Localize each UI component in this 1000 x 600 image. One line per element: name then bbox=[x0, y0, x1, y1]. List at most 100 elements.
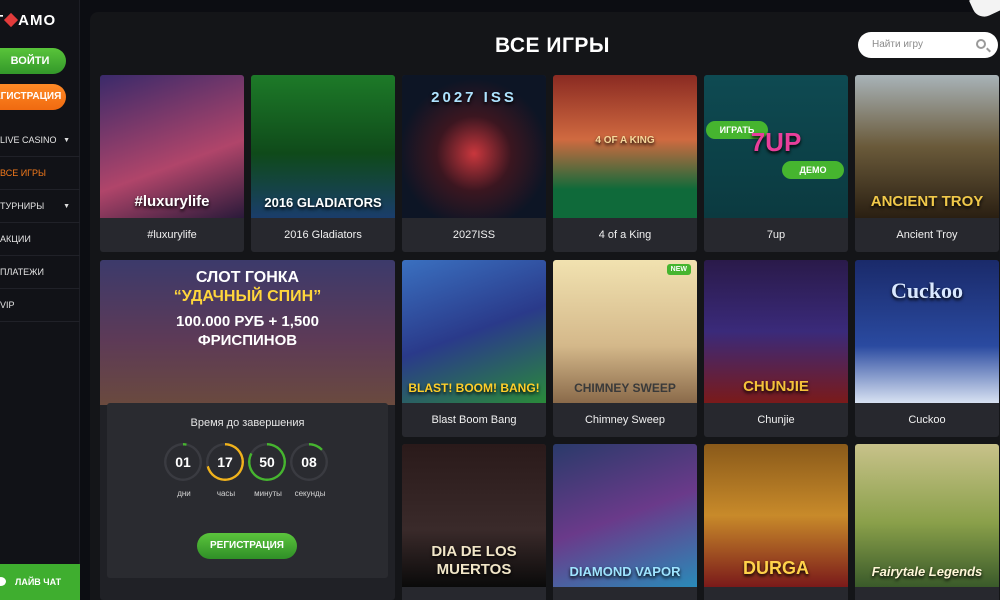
countdown-label: секунды bbox=[294, 489, 326, 498]
countdown-ring: 01 bbox=[164, 443, 202, 481]
game-name: #luxurylife bbox=[147, 229, 197, 241]
game-name: Ancient Troy bbox=[896, 229, 958, 241]
countdown-hours: 17 часы bbox=[206, 443, 246, 498]
countdown-value: 50 bbox=[259, 454, 275, 470]
countdown: Время до завершения 01 дни 17 часы 50 ми… bbox=[107, 403, 388, 578]
game-art-title: 4 OF A KING bbox=[595, 135, 655, 146]
game-art-title: 2027 ISS bbox=[431, 89, 517, 106]
game-tile[interactable]: BLAST! BOOM! BANG! Blast Boom Bang bbox=[402, 260, 546, 437]
game-art-title: ANCIENT TROY bbox=[870, 193, 984, 210]
promo-banner[interactable]: СЛОТ ГОНКА “УДАЧНЫЙ СПИН” 100.000 РУБ + … bbox=[100, 260, 395, 405]
search-icon[interactable] bbox=[976, 39, 986, 49]
logo-right: AMO bbox=[18, 12, 57, 29]
game-tile[interactable]: NEW CHIMNEY SWEEP Chimney Sweep bbox=[553, 260, 697, 437]
sidebar-nav: LIVE CASINO ▼ ВСЕ ИГРЫ ТУРНИРЫ ▼ АКЦИИ П… bbox=[0, 124, 80, 322]
game-art-title: 7UP bbox=[750, 127, 802, 157]
sidebar-item-payments[interactable]: ПЛАТЕЖИ bbox=[0, 256, 80, 289]
game-art-title: DIA DE LOS MUERTOS bbox=[431, 543, 517, 578]
sidebar-item-label: ПЛАТЕЖИ bbox=[0, 267, 44, 277]
game-name: Blast Boom Bang bbox=[431, 414, 517, 426]
game-thumbnail[interactable]: ИГРАТЬ ДЕМО 7UP bbox=[704, 75, 848, 218]
game-name: 7up bbox=[766, 229, 786, 241]
game-tile[interactable]: DIA DE LOS MUERTOS bbox=[402, 444, 546, 600]
game-art-title: DURGA bbox=[743, 558, 809, 578]
sidebar-item-label: ВСЕ ИГРЫ bbox=[0, 168, 47, 178]
game-art-title: CHIMNEY SWEEP bbox=[574, 381, 676, 395]
register-button[interactable]: ЕГИСТРАЦИЯ bbox=[0, 84, 66, 110]
game-art-title: BLAST! BOOM! BANG! bbox=[408, 381, 540, 395]
game-tile[interactable]: CHUNJIE Chunjie bbox=[704, 260, 848, 437]
promo-register-button[interactable]: РЕГИСТРАЦИЯ bbox=[197, 533, 297, 559]
sidebar-item-promotions[interactable]: АКЦИИ bbox=[0, 223, 80, 256]
login-button[interactable]: ВОЙТИ bbox=[0, 48, 66, 74]
game-tile[interactable]: ANCIENT TROY Ancient Troy bbox=[855, 75, 999, 252]
game-tile[interactable]: #luxurylife #luxurylife bbox=[100, 75, 244, 252]
game-thumbnail[interactable]: DIAMOND VAPOR bbox=[553, 444, 697, 587]
brand-logo[interactable]: TAMO bbox=[0, 12, 56, 29]
game-thumbnail[interactable]: DURGA bbox=[704, 444, 848, 587]
sidebar-item-label: АКЦИИ bbox=[0, 234, 31, 244]
game-tile[interactable]: 2027 ISS 2027ISS bbox=[402, 75, 546, 252]
games-panel: ВСЕ ИГРЫ Найти игру #luxurylife #luxuryl… bbox=[90, 12, 1000, 600]
game-name: 2027ISS bbox=[452, 229, 496, 241]
game-thumbnail[interactable]: CHUNJIE bbox=[704, 260, 848, 403]
sidebar: TAMO ВОЙТИ ЕГИСТРАЦИЯ LIVE CASINO ▼ ВСЕ … bbox=[0, 0, 80, 600]
new-badge: NEW bbox=[666, 264, 691, 275]
sidebar-item-label: LIVE CASINO bbox=[0, 135, 57, 145]
countdown-label: часы bbox=[216, 489, 236, 498]
chevron-down-icon: ▼ bbox=[63, 203, 70, 210]
live-chat-button[interactable]: ЛАЙВ ЧАТ bbox=[0, 564, 80, 600]
game-art-title: DIAMOND VAPOR bbox=[569, 564, 681, 579]
game-art-title: Cuckoo bbox=[890, 278, 964, 303]
promo-line-1: СЛОТ ГОНКА bbox=[195, 269, 300, 286]
game-tile[interactable]: Cuckoo Cuckoo bbox=[855, 260, 999, 437]
game-thumbnail[interactable]: BLAST! BOOM! BANG! bbox=[402, 260, 546, 403]
game-thumbnail[interactable]: 2027 ISS bbox=[402, 75, 546, 218]
demo-button[interactable]: ДЕМО bbox=[782, 161, 844, 179]
game-thumbnail[interactable]: ANCIENT TROY bbox=[855, 75, 999, 218]
game-tile[interactable]: DIAMOND VAPOR bbox=[553, 444, 697, 600]
countdown-days: 01 дни bbox=[164, 443, 204, 498]
promo-line-4: ФРИСПИНОВ bbox=[197, 332, 298, 349]
sidebar-item-vip[interactable]: VIP bbox=[0, 289, 80, 322]
game-name: 4 of a King bbox=[598, 229, 652, 241]
game-tile[interactable]: 2016 GLADIATORS 2016 Gladiators bbox=[251, 75, 395, 252]
live-chat-label: ЛАЙВ ЧАТ bbox=[15, 577, 62, 587]
chevron-down-icon: ▼ bbox=[63, 137, 70, 144]
game-name: Chimney Sweep bbox=[584, 414, 666, 426]
gem-icon bbox=[4, 12, 19, 28]
promo-headline: СЛОТ ГОНКА “УДАЧНЫЙ СПИН” 100.000 РУБ + … bbox=[100, 268, 395, 350]
game-thumbnail[interactable]: NEW CHIMNEY SWEEP bbox=[553, 260, 697, 403]
game-art-title: 2016 GLADIATORS bbox=[264, 195, 382, 210]
promo-line-3: 100.000 РУБ + 1,500 bbox=[176, 313, 319, 330]
game-thumbnail[interactable]: Cuckoo bbox=[855, 260, 999, 403]
game-name: Cuckoo bbox=[908, 414, 946, 426]
game-art-title: CHUNJIE bbox=[743, 378, 809, 395]
countdown-value: 08 bbox=[301, 454, 317, 470]
sidebar-item-tournaments[interactable]: ТУРНИРЫ ▼ bbox=[0, 190, 80, 223]
countdown-label: дни bbox=[177, 489, 191, 498]
sidebar-item-all-games[interactable]: ВСЕ ИГРЫ bbox=[0, 157, 80, 190]
sidebar-item-label: VIP bbox=[0, 300, 15, 310]
countdown-minutes: 50 минуты bbox=[248, 443, 288, 498]
game-thumbnail[interactable]: Fairytale Legends bbox=[855, 444, 999, 587]
game-thumbnail[interactable]: DIA DE LOS MUERTOS bbox=[402, 444, 546, 587]
game-thumbnail[interactable]: 2016 GLADIATORS bbox=[251, 75, 395, 218]
game-tile[interactable]: Fairytale Legends bbox=[855, 444, 999, 600]
game-art-title: Fairytale Legends bbox=[871, 564, 983, 579]
sidebar-item-label: ТУРНИРЫ bbox=[0, 201, 45, 211]
game-thumbnail[interactable]: 4 OF A KING bbox=[553, 75, 697, 218]
countdown-label: минуты bbox=[254, 489, 282, 498]
game-tile[interactable]: DURGA bbox=[704, 444, 848, 600]
search-input[interactable]: Найти игру bbox=[858, 32, 998, 58]
countdown-ring: 08 bbox=[290, 443, 328, 481]
sidebar-item-live-casino[interactable]: LIVE CASINO ▼ bbox=[0, 124, 80, 157]
game-tile[interactable]: 4 OF A KING 4 of a King bbox=[553, 75, 697, 252]
countdown-caption: Время до завершения bbox=[190, 417, 305, 429]
tournament-promo: СЛОТ ГОНКА “УДАЧНЫЙ СПИН” 100.000 РУБ + … bbox=[100, 260, 395, 600]
chat-bubble-icon bbox=[0, 577, 6, 586]
game-tile[interactable]: ИГРАТЬ ДЕМО 7UP 7up bbox=[704, 75, 848, 252]
game-name: Chunjie bbox=[757, 414, 795, 426]
game-thumbnail[interactable]: #luxurylife bbox=[100, 75, 244, 218]
countdown-ring: 50 bbox=[248, 443, 286, 481]
